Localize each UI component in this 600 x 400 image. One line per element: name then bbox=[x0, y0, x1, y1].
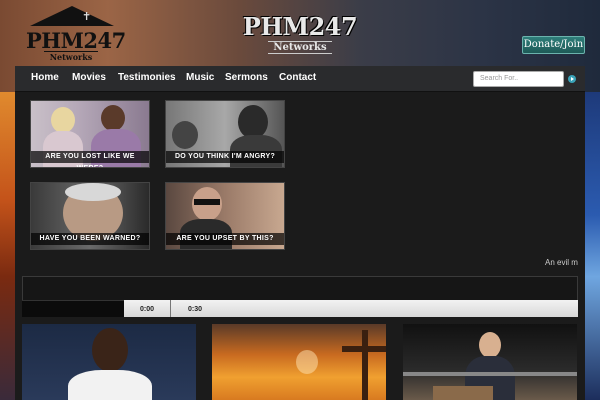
thumbnail-upset[interactable]: ARE YOU UPSET BY THIS? bbox=[165, 182, 285, 250]
preacher-shirt bbox=[68, 370, 152, 400]
donate-join-button[interactable]: Donate/Join bbox=[522, 36, 585, 54]
site-logo[interactable]: ✝ PHM247 Networks bbox=[26, 6, 126, 64]
man-figure bbox=[101, 105, 125, 131]
video-pulpit[interactable] bbox=[403, 324, 577, 400]
thumbnail-caption: ARE YOU UPSET BY THIS? bbox=[166, 233, 284, 245]
thumbnail-lost[interactable]: ARE YOU LOST LIKE WE WERE? bbox=[30, 100, 150, 168]
logo-brand-text: PHM247 bbox=[26, 28, 126, 53]
nav-item-contact[interactable]: Contact bbox=[279, 72, 316, 83]
woman-figure bbox=[51, 107, 75, 133]
speaker-figure bbox=[479, 332, 501, 358]
nav-item-music[interactable]: Music bbox=[186, 72, 214, 83]
thumbnail-caption: DO YOU THINK I'M ANGRY? bbox=[166, 151, 284, 163]
search-input[interactable]: Search For.. bbox=[473, 71, 564, 87]
nav-item-home[interactable]: Home bbox=[31, 72, 59, 83]
progress-divider bbox=[170, 300, 171, 317]
nav-item-testimonies[interactable]: Testimonies bbox=[118, 72, 176, 83]
preacher-figure bbox=[92, 328, 128, 372]
cross-icon: ✝ bbox=[82, 11, 92, 23]
pulpit bbox=[433, 386, 493, 400]
thumbnail-warned[interactable]: HAVE YOU BEEN WARNED? bbox=[30, 182, 150, 250]
grey-hair bbox=[65, 183, 121, 201]
center-logo-sub: Networks bbox=[268, 41, 332, 54]
center-logo: PHM247 Networks bbox=[240, 12, 360, 56]
figure-silhouette bbox=[296, 350, 318, 374]
nav-item-sermons[interactable]: Sermons bbox=[225, 72, 268, 83]
duration-time: 0:30 bbox=[188, 306, 203, 313]
person-figure bbox=[172, 121, 198, 149]
search-arrow-icon[interactable] bbox=[568, 75, 576, 83]
video-cross[interactable] bbox=[212, 324, 386, 400]
current-time: 0:00 bbox=[140, 306, 155, 313]
center-logo-brand: PHM247 bbox=[242, 12, 358, 41]
sunglasses-icon bbox=[194, 199, 220, 205]
video-preacher[interactable] bbox=[22, 324, 196, 400]
logo-sub-text: Networks bbox=[44, 51, 98, 62]
railing bbox=[403, 372, 577, 376]
woman-figure bbox=[238, 105, 268, 139]
thumbnail-caption: HAVE YOU BEEN WARNED? bbox=[31, 233, 149, 245]
house-roof-icon bbox=[30, 6, 114, 26]
scrolling-ticker: An evil m bbox=[545, 258, 578, 267]
nav-item-movies[interactable]: Movies bbox=[72, 72, 106, 83]
cross-horizontal-icon bbox=[342, 346, 386, 352]
cross-vertical-icon bbox=[362, 330, 368, 400]
thumbnail-caption: ARE YOU LOST LIKE WE WERE? bbox=[31, 151, 149, 167]
thumbnail-angry[interactable]: DO YOU THINK I'M ANGRY? bbox=[165, 100, 285, 168]
